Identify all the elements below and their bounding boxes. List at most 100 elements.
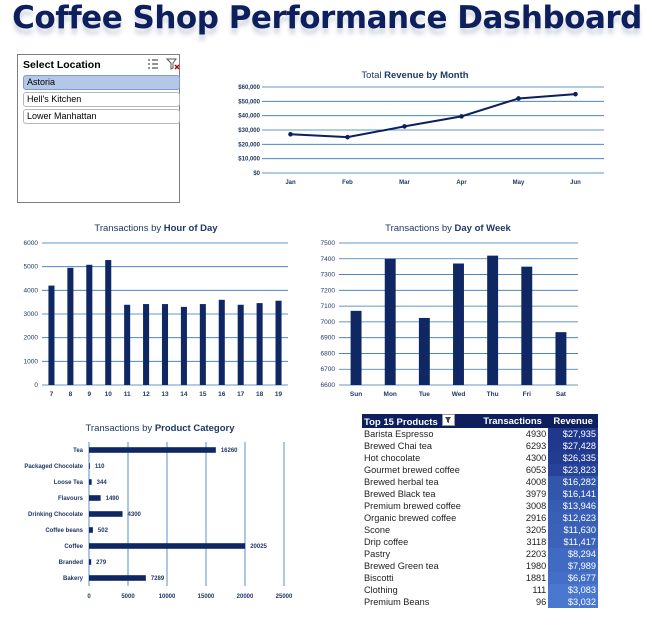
- product-revenue: $16,141: [548, 488, 598, 500]
- x-tick-label: 0: [87, 594, 91, 600]
- product-transactions: 111: [532, 585, 547, 595]
- bar: [199, 304, 206, 385]
- bar: [453, 263, 464, 385]
- y-tick-label: $60,000: [238, 85, 260, 91]
- y-tick-label: 7400: [321, 256, 336, 263]
- data-point: [459, 114, 464, 119]
- product-name: Drip coffee: [364, 537, 409, 547]
- category-chart-title-prefix: Transactions by: [85, 423, 154, 434]
- x-tick-label: 8: [69, 391, 73, 398]
- data-point: [516, 96, 521, 101]
- x-tick-label: 15000: [198, 594, 215, 600]
- hour-plot: 0 1000 2000 3000 4000 5000 6000 7 8 9 10 11 12 13 14 15…: [24, 240, 288, 398]
- bar: [89, 559, 92, 565]
- y-tick-label: 6800: [321, 350, 336, 357]
- revenue-chart-title-prefix: Total: [361, 70, 384, 81]
- revenue-chart-title-bold: Revenue by Month: [384, 70, 469, 81]
- bar: [89, 463, 90, 469]
- y-tick-label: 1000: [24, 358, 39, 365]
- bar: [89, 479, 92, 485]
- bar: [275, 300, 282, 385]
- table-row: Brewed Chai tea 6293 $27,428: [362, 440, 598, 452]
- data-label: 4300: [128, 512, 142, 518]
- product-name: Pastry: [364, 549, 391, 559]
- x-tick-label: 10: [105, 391, 113, 398]
- y-tick-label: $50,000: [238, 99, 260, 105]
- product-name: Brewed Green tea: [364, 561, 439, 571]
- product-name: Brewed Chai tea: [364, 441, 432, 451]
- bar: [161, 304, 169, 385]
- x-tick-label: 9: [87, 391, 91, 398]
- category-chart-title-bold: Product Category: [155, 423, 235, 434]
- bar: [67, 267, 74, 385]
- header-product[interactable]: Top 15 Products: [362, 414, 477, 428]
- product-revenue: $12,623: [548, 512, 598, 524]
- bar: [180, 306, 187, 385]
- category-label: Bakery: [63, 576, 84, 582]
- top-products-body: Barista Espresso 4930 $27,935 Brewed Chai t…: [362, 428, 598, 608]
- weekday-chart-title-prefix: Transactions by: [385, 223, 454, 234]
- table-row: Hot chocolate 4300 $26,335: [362, 452, 598, 464]
- revenue-chart: Total Revenue by Month $0 $10,000 $20,000 $…: [218, 61, 612, 189]
- bar: [105, 260, 112, 385]
- bar: [521, 266, 533, 385]
- product-name: Gourmet brewed coffee: [364, 465, 460, 475]
- product-transactions: 96: [536, 597, 547, 607]
- x-tick-label: Sat: [556, 391, 567, 398]
- clear-filter-icon[interactable]: [166, 57, 180, 71]
- product-revenue: $13,946: [548, 500, 598, 512]
- revenue-chart-svg: Total Revenue by Month $0$10,000$20,000$…: [238, 70, 604, 186]
- x-tick-label: May: [513, 180, 525, 186]
- product-transactions: 1980: [525, 561, 547, 571]
- weekday-chart: Transactions by Day of Week 6600 6700 6800…: [312, 217, 590, 402]
- y-tick-label: 7300: [321, 272, 336, 279]
- data-label: 110: [95, 464, 105, 470]
- hour-chart: Transactions by Hour of Day 0 1000 2000 300…: [18, 217, 290, 402]
- hour-chart-title-bold: Hour of Day: [164, 223, 219, 234]
- data-point: [345, 134, 350, 140]
- product-revenue: $7,989: [548, 560, 598, 572]
- x-tick-label: Wed: [452, 391, 466, 398]
- x-tick-label: Fri: [523, 391, 532, 398]
- product-revenue: $6,677: [548, 572, 598, 584]
- x-tick-label: Thu: [487, 391, 499, 398]
- product-revenue: $3,083: [548, 584, 598, 596]
- table-header-row: Top 15 Products Transactions Revenue: [362, 414, 598, 428]
- product-transactions: 6293: [525, 441, 547, 451]
- product-transactions: 3008: [525, 501, 547, 511]
- bar: [256, 303, 263, 385]
- bar: [143, 304, 150, 385]
- header-transactions[interactable]: Transactions: [476, 414, 549, 428]
- category-label: Drinking Chocolate: [28, 512, 84, 518]
- x-tick-label: Sun: [350, 391, 362, 398]
- x-tick-label: 12: [142, 391, 150, 398]
- y-tick-label: $30,000: [238, 128, 260, 134]
- product-transactions: 4930: [525, 429, 547, 439]
- bar: [86, 264, 93, 385]
- revenue-plot: $0 $10,000 $20,000 $30,000 $40,000 $50,000 $60…: [238, 85, 604, 186]
- table-row: Brewed Black tea 3979 $16,141: [362, 488, 598, 500]
- multi-select-icon[interactable]: [146, 57, 160, 71]
- data-point: [573, 91, 578, 97]
- slicer-item-astoria[interactable]: Astoria: [23, 75, 180, 90]
- header-revenue[interactable]: Revenue: [548, 414, 598, 428]
- slicer-item-lower-manhattan[interactable]: Lower Manhattan: [23, 109, 180, 124]
- x-tick-label: 14: [180, 391, 188, 398]
- product-transactions: 4008: [525, 477, 547, 487]
- svg-text:Transactions by Hour of Day: Transactions by Hour of Day: [94, 223, 218, 234]
- weekday-chart-title-bold: Day of Week: [455, 223, 512, 234]
- category-chart-svg: Transactions by Product Category 0 5000 10…: [24, 423, 293, 600]
- page-title: Coffee Shop Performance Dashboard: [12, 0, 642, 36]
- product-revenue: $3,032: [548, 596, 598, 608]
- x-tick-label: Apr: [456, 180, 467, 186]
- x-tick-label: 20000: [237, 594, 254, 600]
- product-name: Scone: [364, 525, 391, 535]
- x-tick-label: Feb: [342, 180, 353, 186]
- x-tick-label: 5000: [121, 594, 135, 600]
- slicer-item-hells-kitchen[interactable]: Hell's Kitchen: [23, 92, 180, 107]
- weekday-plot: 6600 6700 6800 6900 7000 7100 7200 7300 7400 7500…: [321, 240, 578, 398]
- sort-filter-icon[interactable]: [442, 414, 456, 426]
- bar: [555, 332, 567, 385]
- data-label: 20025: [250, 544, 267, 550]
- table-row: Gourmet brewed coffee 6053 $23,823: [362, 464, 598, 476]
